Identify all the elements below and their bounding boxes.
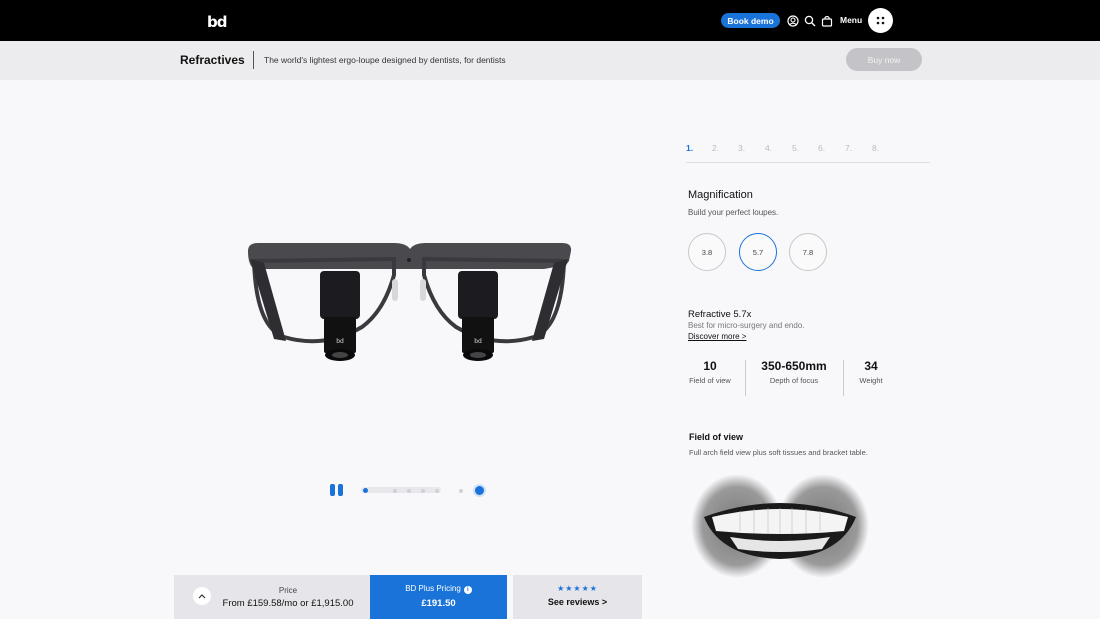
spec-depth-of-focus: 350-650mm Depth of focus [755, 359, 833, 397]
price-value: From £159.58/mo or £1,915.00 [222, 598, 354, 609]
magnification-subtext: Build your perfect loupes. [688, 208, 779, 217]
carousel-dot-1[interactable] [363, 488, 368, 493]
menu-label[interactable]: Menu [840, 15, 862, 25]
magnification-option-3-8[interactable]: 3.8 [688, 233, 726, 271]
loupe-glasses-image: bd bd [248, 243, 572, 361]
carousel-dot-6[interactable] [459, 489, 463, 493]
configurator-steps: 1. 2. 3. 4. 5. 6. 7. 8. [686, 143, 930, 163]
spec-value: 350-650mm [761, 359, 827, 373]
carousel-dot-3[interactable] [407, 489, 411, 493]
brand-logo[interactable]: bd [207, 13, 228, 31]
price-panel: Price From £159.58/mo or £1,915.00 [174, 575, 370, 619]
carousel-dot-2[interactable] [393, 489, 397, 493]
pause-button[interactable] [328, 484, 346, 496]
product-description: Best for micro-surgery and endo. [688, 321, 805, 330]
carousel-dot-5[interactable] [435, 489, 439, 493]
spec-divider [843, 360, 844, 396]
pause-icon-bar-left [330, 484, 335, 496]
step-4[interactable]: 4. [765, 143, 772, 153]
carousel-dot-4[interactable] [421, 489, 425, 493]
account-icon[interactable] [787, 15, 799, 27]
carousel-controls [328, 484, 488, 498]
bd-plus-price: £191.50 [421, 598, 456, 609]
step-7[interactable]: 7. [845, 143, 852, 153]
step-8[interactable]: 8. [872, 143, 879, 153]
product-subnav: Refractives The world's lightest ergo-lo… [0, 41, 1100, 80]
reviews-panel[interactable]: ★★★★★ See reviews > [513, 575, 642, 619]
field-of-view-heading: Field of view [689, 432, 744, 442]
price-label: Price [278, 586, 298, 595]
see-reviews-link[interactable]: See reviews > [513, 597, 642, 607]
step-2[interactable]: 2. [712, 143, 719, 153]
spec-label: Depth of focus [769, 376, 819, 385]
field-of-view-smile-image [691, 474, 869, 578]
product-title: Refractives [180, 53, 245, 67]
step-6[interactable]: 6. [818, 143, 825, 153]
subnav-divider [253, 51, 254, 69]
book-demo-button[interactable]: Book demo [721, 13, 780, 28]
product-tagline: The world's lightest ergo-loupe designed… [264, 55, 506, 65]
carousel-progress-track [361, 487, 441, 493]
bd-plus-label-row: BD Plus Pricing i [370, 584, 507, 594]
magnification-heading: Magnification [688, 189, 753, 201]
spec-value: 34 [864, 359, 878, 373]
menu-button[interactable] [868, 8, 893, 33]
spec-label: Field of view [689, 376, 731, 385]
buy-now-button[interactable]: Buy now [846, 48, 922, 71]
magnification-option-5-7[interactable]: 5.7 [739, 233, 777, 271]
svg-text:bd: bd [474, 338, 482, 345]
spec-divider [745, 360, 746, 396]
discover-more-link[interactable]: Discover more > [688, 332, 746, 341]
product-model-heading: Refractive 5.7x [688, 309, 752, 320]
step-3[interactable]: 3. [738, 143, 745, 153]
search-icon[interactable] [804, 15, 816, 27]
spec-weight: 34 Weight [855, 359, 887, 397]
svg-text:bd: bd [336, 338, 344, 345]
spec-label: Weight [859, 376, 883, 385]
info-icon[interactable]: i [463, 586, 472, 594]
pause-icon-bar-right [338, 484, 343, 496]
bd-plus-pricing-button[interactable]: BD Plus Pricing i £191.50 [370, 575, 507, 619]
grid-dots-icon [876, 16, 885, 25]
bd-plus-label: BD Plus Pricing [405, 584, 461, 593]
step-1[interactable]: 1. [686, 143, 693, 153]
basket-icon[interactable] [821, 15, 833, 27]
magnification-option-7-8[interactable]: 7.8 [789, 233, 827, 271]
spec-value: 10 [703, 359, 717, 373]
top-nav-bar: bd Book demo Menu [0, 0, 1100, 41]
spec-field-of-view: 10 Field of view [688, 359, 732, 397]
pricing-bar: Price From £159.58/mo or £1,915.00 BD Pl… [174, 575, 642, 619]
step-5[interactable]: 5. [792, 143, 799, 153]
field-of-view-description: Full arch field view plus soft tissues a… [689, 448, 868, 457]
rating-stars: ★★★★★ [557, 584, 598, 593]
carousel-active-indicator[interactable] [473, 484, 486, 497]
